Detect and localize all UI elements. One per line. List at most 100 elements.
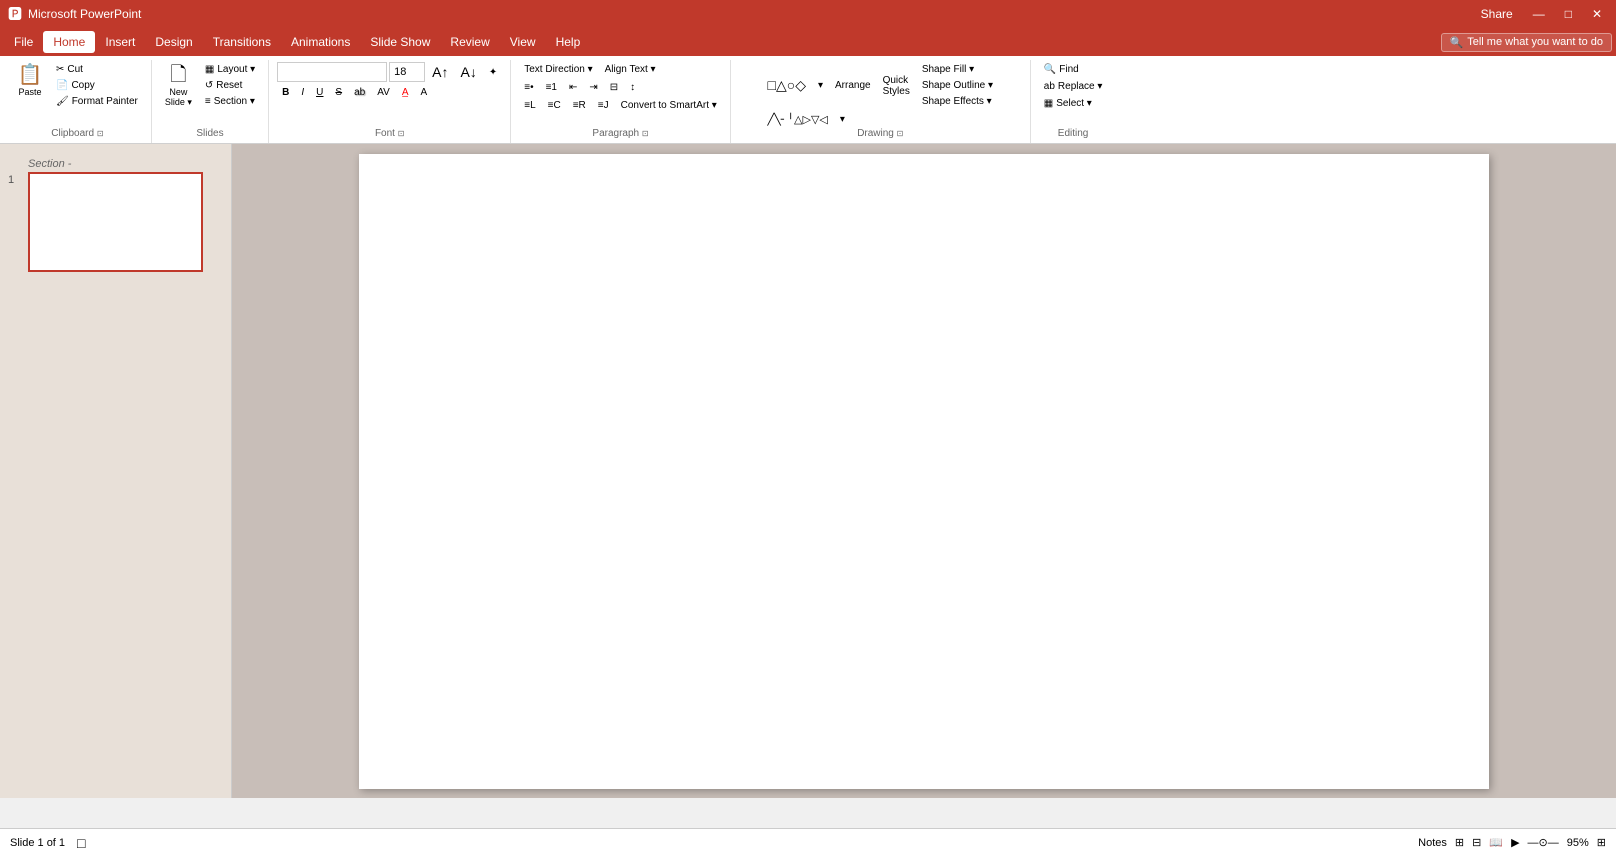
minimize-button[interactable]: — bbox=[1527, 5, 1551, 23]
align-text-button[interactable]: Align Text ▾ bbox=[600, 62, 661, 77]
editing-group: 🔍 Find ab Replace ▾ ▦ Select ▾ Editing bbox=[1031, 60, 1116, 143]
highlight-button[interactable]: A bbox=[415, 85, 432, 100]
drawing-group: □△○◇ ▾ Arrange QuickStyles Shape Fill ▾ … bbox=[731, 60, 1031, 143]
arrange-button[interactable]: Arrange bbox=[830, 73, 876, 99]
shape-outline-button[interactable]: Shape Outline ▾ bbox=[917, 78, 998, 93]
clear-format-button[interactable]: ✦ bbox=[484, 65, 502, 80]
menu-item-animations[interactable]: Animations bbox=[281, 31, 360, 53]
menu-item-review[interactable]: Review bbox=[440, 31, 499, 53]
replace-button[interactable]: ab Replace ▾ bbox=[1039, 79, 1108, 94]
theme-icon: □ bbox=[77, 835, 85, 851]
justify-button[interactable]: ≡J bbox=[593, 98, 614, 113]
font-row2: B I U S ab AV A̲ A bbox=[277, 85, 432, 100]
more-shapes-button[interactable]: ▾ bbox=[813, 78, 828, 93]
menu-item-home[interactable]: Home bbox=[43, 31, 95, 53]
zoom-slider[interactable]: —⊙— bbox=[1528, 836, 1559, 849]
title-bar-left: 🅿 Microsoft PowerPoint bbox=[8, 4, 141, 24]
main-area: Section - 1 bbox=[0, 144, 1616, 798]
find-button[interactable]: 🔍 Find bbox=[1039, 62, 1084, 77]
find-icon: 🔍 bbox=[1044, 64, 1056, 75]
zoom-level: 95% bbox=[1567, 837, 1589, 849]
clipboard-group: 📋 Paste ✂ Cut 📄 Copy 🖌 Format Painter bbox=[4, 60, 152, 143]
decrease-indent-button[interactable]: ⇤ bbox=[564, 80, 582, 95]
search-box[interactable]: 🔍 Tell me what you want to do bbox=[1441, 33, 1612, 52]
drawing-row1: □△○◇ ▾ Arrange QuickStyles Shape Fill ▾ … bbox=[763, 62, 998, 109]
quick-styles-button[interactable]: QuickStyles bbox=[878, 73, 915, 99]
slides-label: Slides bbox=[196, 128, 223, 141]
slides-col: ▦ Layout ▾ ↺ Reset ≡ Section ▾ bbox=[200, 62, 260, 109]
more-drawing-button[interactable]: ▾ bbox=[835, 112, 850, 127]
smartart-button[interactable]: Convert to SmartArt ▾ bbox=[616, 98, 722, 113]
menu-item-insert[interactable]: Insert bbox=[95, 31, 145, 53]
columns-button[interactable]: ⊟ bbox=[605, 80, 623, 95]
slide-sorter-button[interactable]: ⊟ bbox=[1472, 836, 1481, 849]
drawing-content: □△○◇ ▾ Arrange QuickStyles Shape Fill ▾ … bbox=[763, 62, 998, 128]
close-button[interactable]: ✕ bbox=[1586, 5, 1608, 23]
strikethrough-button[interactable]: S bbox=[330, 85, 347, 100]
menu-item-view[interactable]: View bbox=[500, 31, 546, 53]
align-left-button[interactable]: ≡L bbox=[519, 98, 540, 113]
slideshow-button[interactable]: ▶ bbox=[1511, 836, 1519, 849]
paragraph-row3: ≡L ≡C ≡R ≡J Convert to SmartArt ▾ bbox=[519, 98, 722, 113]
title-bar-title: Microsoft PowerPoint bbox=[28, 7, 141, 21]
font-label: Font ⊡ bbox=[375, 128, 405, 141]
copy-button[interactable]: 📄 Copy bbox=[51, 78, 143, 93]
shapes-button[interactable]: □△○◇ bbox=[763, 75, 811, 96]
notes-button[interactable]: Notes bbox=[1418, 837, 1447, 849]
menu-item-design[interactable]: Design bbox=[145, 31, 202, 53]
menu-item-help[interactable]: Help bbox=[546, 31, 591, 53]
italic-button[interactable]: I bbox=[296, 85, 309, 100]
increase-indent-button[interactable]: ⇥ bbox=[584, 80, 602, 95]
decrease-font-button[interactable]: A↓ bbox=[456, 62, 482, 82]
share-button[interactable]: Share bbox=[1475, 5, 1519, 23]
shape-fill-button[interactable]: Shape Fill ▾ bbox=[917, 62, 998, 77]
shape-options-col: Shape Fill ▾ Shape Outline ▾ Shape Effec… bbox=[917, 62, 998, 109]
paragraph-row2: ≡• ≡1 ⇤ ⇥ ⊟ ↕ bbox=[519, 80, 640, 95]
layout-button[interactable]: ▦ Layout ▾ bbox=[200, 62, 260, 77]
font-name-input[interactable] bbox=[277, 62, 387, 82]
canvas-area[interactable] bbox=[232, 144, 1616, 798]
slide-thumbnail[interactable] bbox=[28, 172, 203, 272]
shadow-button[interactable]: ab bbox=[349, 85, 370, 100]
replace-icon: ab bbox=[1044, 81, 1055, 92]
underline-button[interactable]: U bbox=[311, 85, 328, 100]
increase-font-button[interactable]: A↑ bbox=[427, 62, 453, 82]
numbering-button[interactable]: ≡1 bbox=[541, 80, 562, 95]
paragraph-content: Text Direction ▾ Align Text ▾ ≡• ≡1 ⇤ ⇥ … bbox=[519, 62, 722, 128]
line-spacing-button[interactable]: ↕ bbox=[625, 80, 640, 95]
line-tools[interactable]: ╱╲╴╵△▷▽◁ bbox=[763, 111, 833, 128]
new-slide-button[interactable]: 🗋 NewSlide ▾ bbox=[160, 62, 197, 111]
section-button[interactable]: ≡ Section ▾ bbox=[200, 94, 260, 109]
menu-item-transitions[interactable]: Transitions bbox=[203, 31, 281, 53]
new-slide-icon: 🗋 bbox=[170, 65, 186, 85]
select-button[interactable]: ▦ Select ▾ bbox=[1039, 96, 1097, 111]
slide-panel-item: 1 bbox=[8, 172, 223, 272]
ribbon: 📋 Paste ✂ Cut 📄 Copy 🖌 Format Painter bbox=[0, 56, 1616, 144]
slide-canvas[interactable] bbox=[359, 154, 1489, 789]
font-size-input[interactable] bbox=[389, 62, 425, 82]
editing-content: 🔍 Find ab Replace ▾ ▦ Select ▾ bbox=[1039, 62, 1108, 128]
bold-button[interactable]: B bbox=[277, 85, 294, 100]
cut-button[interactable]: ✂ Cut bbox=[51, 62, 143, 77]
font-color-button[interactable]: A̲ bbox=[397, 85, 414, 100]
text-direction-button[interactable]: Text Direction ▾ bbox=[519, 62, 597, 77]
paste-button[interactable]: 📋 Paste bbox=[12, 62, 48, 100]
editing-label: Editing bbox=[1058, 128, 1089, 141]
slide-number: 1 bbox=[8, 172, 22, 186]
maximize-button[interactable]: □ bbox=[1559, 5, 1578, 23]
format-painter-icon: 🖌 bbox=[56, 96, 69, 107]
normal-view-button[interactable]: ⊞ bbox=[1455, 836, 1464, 849]
shape-effects-button[interactable]: Shape Effects ▾ bbox=[917, 94, 998, 109]
reset-button[interactable]: ↺ Reset bbox=[200, 78, 260, 93]
reading-view-button[interactable]: 📖 bbox=[1489, 836, 1503, 849]
format-painter-button[interactable]: 🖌 Format Painter bbox=[51, 94, 143, 109]
menu-bar: File Home Insert Design Transitions Anim… bbox=[0, 28, 1616, 56]
bullets-button[interactable]: ≡• bbox=[519, 80, 538, 95]
paragraph-row1: Text Direction ▾ Align Text ▾ bbox=[519, 62, 660, 77]
menu-item-file[interactable]: File bbox=[4, 31, 43, 53]
align-right-button[interactable]: ≡R bbox=[568, 98, 591, 113]
align-center-button[interactable]: ≡C bbox=[543, 98, 566, 113]
fit-window-button[interactable]: ⊞ bbox=[1597, 836, 1606, 849]
menu-item-slideshow[interactable]: Slide Show bbox=[360, 31, 440, 53]
char-spacing-button[interactable]: AV bbox=[372, 85, 395, 100]
